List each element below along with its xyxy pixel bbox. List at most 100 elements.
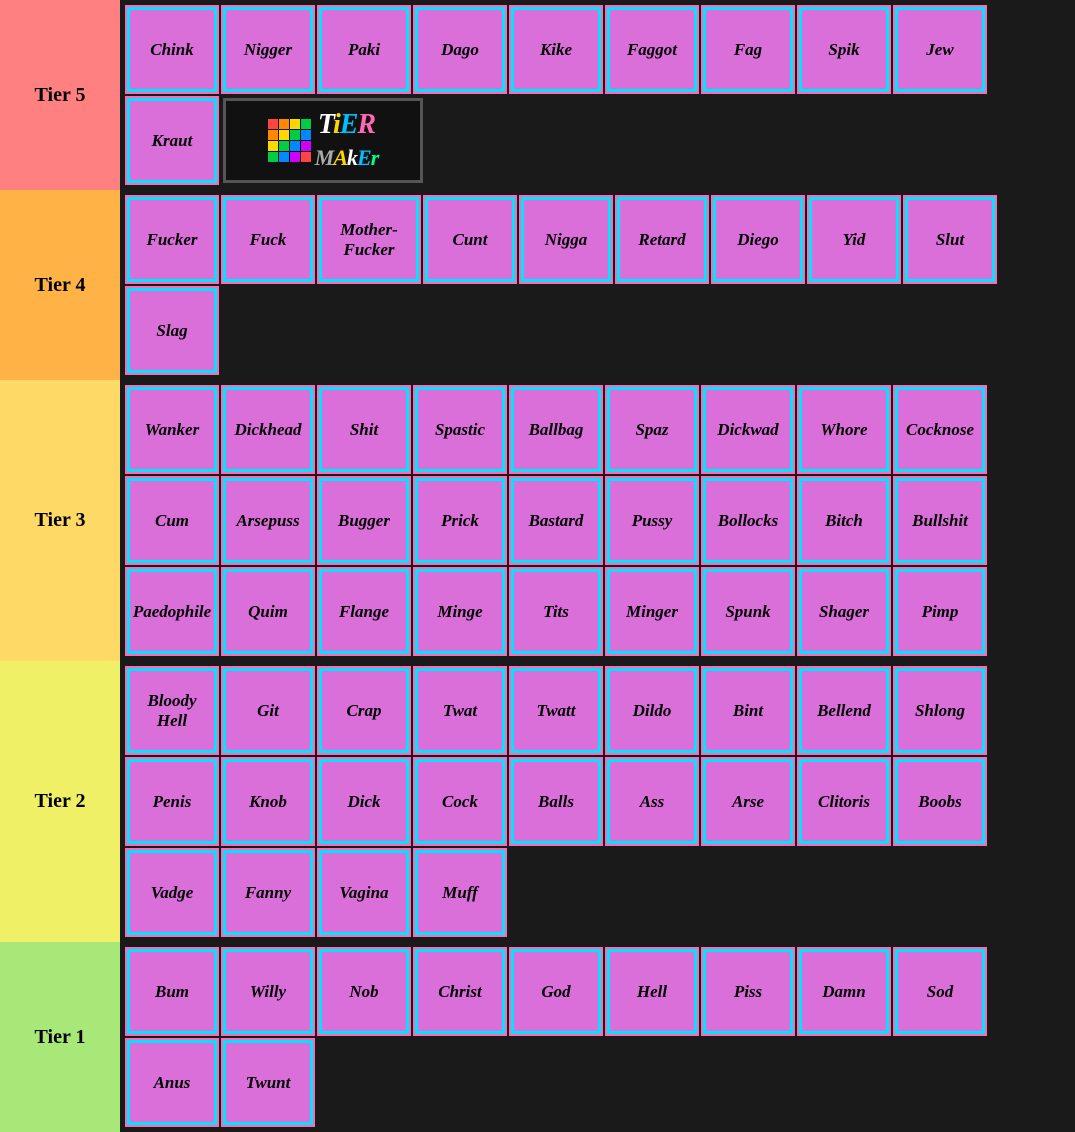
word-card-twat[interactable]: Twat (415, 668, 505, 753)
word-card-dildo[interactable]: Dildo (607, 668, 697, 753)
word-card-bugger[interactable]: Bugger (319, 478, 409, 563)
word-card-nigger[interactable]: Nigger (223, 7, 313, 92)
word-card-minge[interactable]: Minge (415, 569, 505, 654)
word-card-bellend[interactable]: Bellend (799, 668, 889, 753)
word-card-cum[interactable]: Cum (127, 478, 217, 563)
word-card-slag[interactable]: Slag (127, 288, 217, 373)
word-card-god[interactable]: God (511, 949, 601, 1034)
tier-label-text: Tier 5 (4, 84, 116, 107)
word-card-arse[interactable]: Arse (703, 759, 793, 844)
word-card-willy[interactable]: Willy (223, 949, 313, 1034)
tier-row-tier3: Tier 3WankerDickheadShitSpasticBallbagSp… (0, 380, 1075, 661)
word-card-git[interactable]: Git (223, 668, 313, 753)
word-card-knob[interactable]: Knob (223, 759, 313, 844)
word-card-kike[interactable]: Kike (511, 7, 601, 92)
tier-label-tier5: Tier 5 (0, 0, 120, 190)
tier-row-tier4: Tier 4FuckerFuckMother-FuckerCuntNiggaRe… (0, 190, 1075, 380)
word-card-slut[interactable]: Slut (905, 197, 995, 282)
word-card-bum[interactable]: Bum (127, 949, 217, 1034)
tier-content-tier2: Bloody HellGitCrapTwatTwattDildoBintBell… (120, 661, 1075, 942)
word-card-vagina[interactable]: Vagina (319, 850, 409, 935)
word-card-cunt[interactable]: Cunt (425, 197, 515, 282)
word-card-damn[interactable]: Damn (799, 949, 889, 1034)
word-card-muff[interactable]: Muff (415, 850, 505, 935)
word-card-fag[interactable]: Fag (703, 7, 793, 92)
word-card-christ[interactable]: Christ (415, 949, 505, 1034)
word-card-nob[interactable]: Nob (319, 949, 409, 1034)
logo-text: TiER MAkEr (315, 109, 379, 173)
word-card-shlong[interactable]: Shlong (895, 668, 985, 753)
word-card-spunk[interactable]: Spunk (703, 569, 793, 654)
word-card-crap[interactable]: Crap (319, 668, 409, 753)
word-card-diego[interactable]: Diego (713, 197, 803, 282)
word-card-bullshit[interactable]: Bullshit (895, 478, 985, 563)
word-card-paedophile[interactable]: Paedophile (127, 569, 217, 654)
word-card-faggot[interactable]: Faggot (607, 7, 697, 92)
word-card-piss[interactable]: Piss (703, 949, 793, 1034)
word-card-nigga[interactable]: Nigga (521, 197, 611, 282)
word-card-fanny[interactable]: Fanny (223, 850, 313, 935)
word-card-kraut[interactable]: Kraut (127, 98, 217, 183)
word-card-shager[interactable]: Shager (799, 569, 889, 654)
word-card-bollocks[interactable]: Bollocks (703, 478, 793, 563)
word-card-boobs[interactable]: Boobs (895, 759, 985, 844)
word-card-spik[interactable]: Spik (799, 7, 889, 92)
word-card-cock[interactable]: Cock (415, 759, 505, 844)
tier-content-tier3: WankerDickheadShitSpasticBallbagSpazDick… (120, 380, 1075, 661)
word-card-dago[interactable]: Dago (415, 7, 505, 92)
tier-content-tier1: BumWillyNobChristGodHellPissDamnSod AnusT… (120, 942, 1075, 1132)
word-card-hell[interactable]: Hell (607, 949, 697, 1034)
word-card-anus[interactable]: Anus (127, 1040, 217, 1125)
word-card-penis[interactable]: Penis (127, 759, 217, 844)
word-card-retard[interactable]: Retard (617, 197, 707, 282)
word-card-bloodyhell[interactable]: Bloody Hell (127, 668, 217, 753)
word-card-ballbag[interactable]: Ballbag (511, 387, 601, 472)
tier-content-tier5: ChinkNiggerPakiDagoKikeFaggotFagSpikJew K… (120, 0, 1075, 190)
word-card-spaz[interactable]: Spaz (607, 387, 697, 472)
word-card-motherfucker[interactable]: Mother-Fucker (319, 197, 419, 282)
logo-grid (268, 119, 311, 162)
word-card-quim[interactable]: Quim (223, 569, 313, 654)
word-card-tits[interactable]: Tits (511, 569, 601, 654)
tier-content-tier4: FuckerFuckMother-FuckerCuntNiggaRetardDi… (120, 190, 1075, 380)
word-card-flange[interactable]: Flange (319, 569, 409, 654)
word-card-sod[interactable]: Sod (895, 949, 985, 1034)
word-card-twatt[interactable]: Twatt (511, 668, 601, 753)
word-card-dick[interactable]: Dick (319, 759, 409, 844)
word-card-bastard[interactable]: Bastard (511, 478, 601, 563)
tier-label-tier3: Tier 3 (0, 380, 120, 661)
word-card-cocknose[interactable]: Cocknose (895, 387, 985, 472)
word-card-bitch[interactable]: Bitch (799, 478, 889, 563)
word-card-dickwad[interactable]: Dickwad (703, 387, 793, 472)
word-card-wanker[interactable]: Wanker (127, 387, 217, 472)
word-card-minger[interactable]: Minger (607, 569, 697, 654)
word-card-balls[interactable]: Balls (511, 759, 601, 844)
tiermaker-logo: TiER MAkEr (223, 98, 423, 183)
tier-row-tier2: Tier 2Bloody HellGitCrapTwatTwattDildoBi… (0, 661, 1075, 942)
word-card-twunt[interactable]: Twunt (223, 1040, 313, 1125)
word-card-pimp[interactable]: Pimp (895, 569, 985, 654)
word-card-arsepuss[interactable]: Arsepuss (223, 478, 313, 563)
word-card-shit[interactable]: Shit (319, 387, 409, 472)
word-card-whore[interactable]: Whore (799, 387, 889, 472)
word-card-dickhead[interactable]: Dickhead (223, 387, 313, 472)
word-card-paki[interactable]: Paki (319, 7, 409, 92)
tier-row-tier1: Tier 1BumWillyNobChristGodHellPissDamnSo… (0, 942, 1075, 1132)
tier-label-tier4: Tier 4 (0, 190, 120, 380)
tier-table: Tier 5ChinkNiggerPakiDagoKikeFaggotFagSp… (0, 0, 1075, 1132)
word-card-jew[interactable]: Jew (895, 7, 985, 92)
word-card-ass[interactable]: Ass (607, 759, 697, 844)
tier-row-tier5: Tier 5ChinkNiggerPakiDagoKikeFaggotFagSp… (0, 0, 1075, 190)
word-card-yid[interactable]: Yid (809, 197, 899, 282)
word-card-chink[interactable]: Chink (127, 7, 217, 92)
word-card-clitoris[interactable]: Clitoris (799, 759, 889, 844)
word-card-bint[interactable]: Bint (703, 668, 793, 753)
tier-label-tier2: Tier 2 (0, 661, 120, 942)
word-card-fuck[interactable]: Fuck (223, 197, 313, 282)
word-card-pussy[interactable]: Pussy (607, 478, 697, 563)
word-card-vadge[interactable]: Vadge (127, 850, 217, 935)
word-card-spastic[interactable]: Spastic (415, 387, 505, 472)
tier-label-tier1: Tier 1 (0, 942, 120, 1132)
word-card-fucker[interactable]: Fucker (127, 197, 217, 282)
word-card-prick[interactable]: Prick (415, 478, 505, 563)
